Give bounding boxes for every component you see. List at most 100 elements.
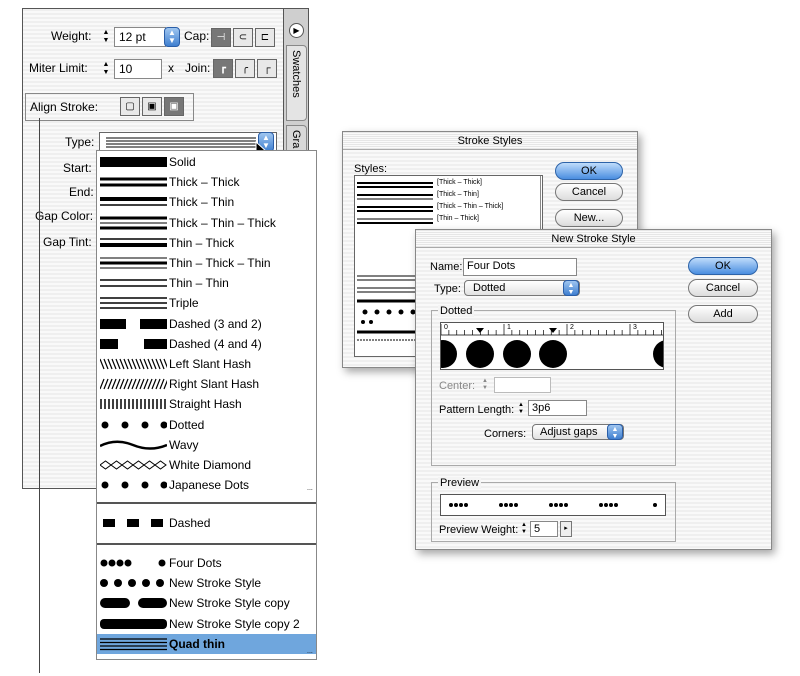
end-label: End: <box>69 185 94 199</box>
list-item[interactable]: New Stroke Style copy <box>97 593 316 613</box>
gap-tint-label: Gap Tint: <box>43 235 92 249</box>
guide-line <box>39 118 40 673</box>
style-list-item[interactable]: [Thick – Thick] <box>357 179 537 191</box>
list-item[interactable]: Four Dots <box>97 553 316 573</box>
style-list-label: [Thick – Thin] <box>437 191 479 198</box>
list-item[interactable]: Triple <box>97 293 316 313</box>
style-list-label: [Thick – Thin – Thick] <box>437 203 504 210</box>
preview-weight-label: Preview Weight: <box>439 524 519 536</box>
list-item[interactable]: Thin – Thick <box>97 233 316 253</box>
preview-weight-field[interactable]: 5 <box>530 521 558 537</box>
style-list-item[interactable]: [Thick – Thin – Thick] <box>357 203 537 215</box>
thin-thin-swatch-icon <box>100 279 167 287</box>
list-item[interactable]: Japanese Dots <box>97 475 316 495</box>
stroke-type-list[interactable]: Solid Thick – Thick Thick – Thin Thick – Th… <box>96 150 317 660</box>
style-list-item[interactable]: [Thin – Thick] <box>357 215 537 227</box>
projecting-cap-icon[interactable]: ⊏ <box>255 28 275 47</box>
dialog-title: Stroke Styles <box>343 132 637 150</box>
list-item[interactable]: Thick – Thick <box>97 172 316 192</box>
type-dropdown[interactable] <box>99 132 277 152</box>
list-item[interactable]: Dotted <box>97 415 316 435</box>
corners-select[interactable]: Adjust gaps ▲ ▼ <box>532 424 624 440</box>
type-select[interactable]: Dotted ▲ ▼ <box>464 280 580 296</box>
ok-button[interactable]: OK <box>555 162 623 180</box>
list-item[interactable]: Thin – Thin <box>97 273 316 293</box>
ok-button[interactable]: OK <box>688 257 758 275</box>
list-item-label: New Stroke Style <box>169 576 262 591</box>
palette-menu-icon[interactable]: ▶ <box>289 23 304 38</box>
list-item[interactable]: Straight Hash <box>97 394 316 414</box>
center-stepper[interactable]: ▲ ▼ <box>478 378 492 396</box>
type-label: Type: <box>434 283 461 295</box>
weight-label: Weight: <box>51 29 92 43</box>
miter-stepper[interactable]: ▲ ▼ <box>99 61 113 79</box>
list-item[interactable]: Thin – Thick – Thin <box>97 253 316 273</box>
type-label: Type: <box>65 135 95 149</box>
ruler-number: 1 <box>507 324 511 331</box>
list-item[interactable]: New Stroke Style <box>97 573 316 593</box>
miter-join-icon[interactable]: ┏ <box>213 59 233 78</box>
thick-thick-swatch-icon <box>100 177 167 187</box>
quad-thin-swatch-icon <box>100 638 167 650</box>
list-item[interactable]: Solid <box>97 152 316 172</box>
new-stroke-style-swatch-icon <box>100 579 164 588</box>
preview-weight-arrow-icon[interactable]: ▸ <box>560 521 572 537</box>
cancel-button[interactable]: Cancel <box>555 183 623 201</box>
new-button[interactable]: New... <box>555 209 623 227</box>
list-item-label: Dashed (4 and 4) <box>169 336 262 351</box>
weight-dropdown-button[interactable]: ▲ ▼ <box>164 27 180 47</box>
list-item[interactable]: White Diamond <box>97 455 316 475</box>
style-swatch-icon <box>357 194 433 200</box>
list-item-label: Thin – Thick – Thin <box>169 256 271 270</box>
list-item[interactable]: Wavy <box>97 435 316 455</box>
preview-group-label: Preview <box>438 477 482 489</box>
style-list-item[interactable]: [Thick – Thin] <box>357 191 537 203</box>
list-item[interactable]: Dashed (4 and 4) <box>97 334 316 354</box>
add-button[interactable]: Add <box>688 305 758 323</box>
list-item-dashed[interactable]: Dashed <box>97 513 316 533</box>
list-item[interactable]: Left Slant Hash <box>97 354 316 374</box>
cancel-button[interactable]: Cancel <box>688 279 758 297</box>
align-outside-icon[interactable]: ▣ <box>164 97 184 116</box>
align-inside-icon[interactable]: ▣ <box>142 97 162 116</box>
align-center-icon[interactable]: ▢ <box>120 97 140 116</box>
center-field[interactable] <box>494 377 551 393</box>
miter-limit-field[interactable]: 10 <box>114 59 162 79</box>
wavy-swatch-icon <box>100 440 167 450</box>
new-stroke-style-dialog: New Stroke Style Name: Four Dots Type: D… <box>415 229 772 550</box>
list-item[interactable]: Dashed (3 and 2) <box>97 314 316 334</box>
list-item[interactable]: New Stroke Style copy 2 <box>97 614 316 634</box>
style-list-label: [Thin – Thick] <box>437 215 479 222</box>
butt-cap-icon[interactable]: ⊣ <box>211 28 231 47</box>
new-stroke-style-copy-swatch-icon <box>100 598 167 609</box>
weight-stepper[interactable]: ▲ ▼ <box>99 29 113 47</box>
pattern-length-stepper[interactable]: ▲ ▼ <box>514 402 528 420</box>
bevel-join-icon[interactable]: ┌ <box>257 59 277 78</box>
pattern-length-field[interactable]: 3p6 <box>528 400 587 416</box>
list-item[interactable]: Quad thin <box>97 633 316 654</box>
tab-swatches[interactable]: Swatches <box>286 45 307 121</box>
list-item-label: Wavy <box>169 437 199 452</box>
weight-field[interactable]: 12 pt <box>114 27 166 47</box>
preview-weight-stepper[interactable]: ▲ ▼ <box>517 522 531 540</box>
list-item[interactable]: Right Slant Hash <box>97 374 316 394</box>
list-item-label: New Stroke Style copy 2 <box>169 616 300 631</box>
corners-label: Corners: <box>484 428 527 440</box>
pattern-length-label: Pattern Length: <box>439 404 515 416</box>
round-cap-icon[interactable]: ⊂ <box>233 28 253 47</box>
four-dots-swatch-icon <box>100 559 166 567</box>
name-label: Name: <box>430 261 463 273</box>
japanese-dots-swatch-icon <box>101 481 167 489</box>
list-item[interactable]: Thick – Thin – Thick <box>97 213 316 233</box>
list-item-label: Thick – Thin – Thick <box>169 215 276 230</box>
miter-limit-label: Miter Limit: <box>29 61 88 75</box>
round-join-icon[interactable]: ╭ <box>235 59 255 78</box>
list-item-label: Thick – Thick <box>169 175 240 190</box>
ruler-number: 2 <box>570 324 574 331</box>
cap-label: Cap: <box>184 29 210 43</box>
name-field[interactable]: Four Dots <box>463 258 577 276</box>
pattern-editor[interactable]: 0 1 2 3 <box>440 322 664 370</box>
list-item[interactable]: Thick – Thin <box>97 192 316 212</box>
preview-group: Preview Preview Weight: ▲ ▼ 5 ▸ <box>431 477 676 542</box>
start-label: Start: <box>63 161 92 175</box>
